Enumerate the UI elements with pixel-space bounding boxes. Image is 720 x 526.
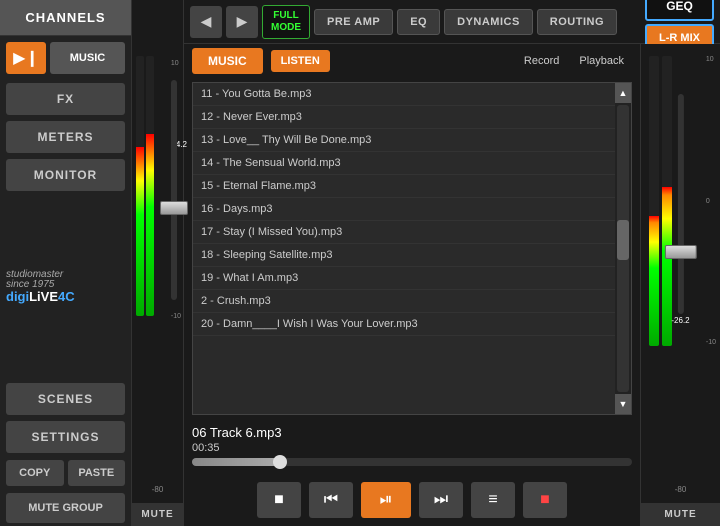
menu-icon: ≡ [488,491,497,509]
scroll-thumb[interactable] [617,220,629,260]
track-time: 00:35 [192,442,632,454]
scenes-button[interactable]: SCENES [6,383,125,415]
right-scale: 10 0 -10 [706,56,716,346]
left-fader: -4.2 [171,80,177,300]
mute-group-button[interactable]: MUTE GROUP [6,493,125,523]
prev-button[interactable]: ⏮ [309,482,353,518]
dynamics-button[interactable]: DYNAMICS [444,9,533,35]
track-name: 06 Track 6.mp3 [192,425,632,440]
now-playing: 06 Track 6.mp3 00:35 [184,419,640,474]
list-item[interactable]: 2 - Crush.mp3 [193,290,615,313]
copy-button[interactable]: COPY [6,460,64,486]
play-pause-button[interactable]: ⏯ [361,482,411,518]
right-minus80: -80 [675,485,687,494]
full-mode-button[interactable]: FULL MODE [262,5,310,39]
list-item[interactable]: 11 - You Gotta Be.mp3 [193,83,615,106]
geq-button[interactable]: GEQ [645,0,714,21]
list-item[interactable]: 19 - What I Am.mp3 [193,267,615,290]
next-button[interactable]: ⏭ [419,482,463,518]
list-item[interactable]: 14 - The Sensual World.mp3 [193,152,615,175]
list-item[interactable]: 18 - Sleeping Satellite.mp3 [193,244,615,267]
list-item[interactable]: 16 - Days.mp3 [193,198,615,221]
left-fader-handle[interactable] [160,201,188,215]
record-button[interactable]: ■ [523,482,567,518]
channels-button[interactable]: CHANNELS [0,0,131,36]
right-db-label: -26.2 [671,316,689,325]
nav-forward-button[interactable]: ▶ [226,6,258,38]
menu-button[interactable]: ≡ [471,482,515,518]
music-small-button[interactable]: MUSIC [50,42,125,74]
app-container: CHANNELS ▶❙ MUSIC FX METERS MONITOR stud… [0,0,720,526]
num-part: 4C [58,289,75,304]
stop-button[interactable]: ■ [257,482,301,518]
playlist: 11 - You Gotta Be.mp3 12 - Never Ever.mp… [193,83,615,414]
right-fader: -26.2 [671,94,689,314]
digi-part: digi [6,289,29,304]
main-content: ◀ ▶ FULL MODE PRE AMP EQ DYNAMICS ROUTIN… [184,0,720,526]
left-channel-strip: 10 0 -10 -4.2 -80 MUTE [132,0,184,526]
player-header: MUSIC LISTEN Record Playback [184,44,640,78]
right-fader-area: 10 0 -10 -26.2 -80 MUTE [640,44,720,526]
right-meters [649,56,672,346]
music-main-button[interactable]: MUSIC [192,48,263,74]
play-icon: ▶❙ [13,48,39,68]
record-icon: ■ [540,491,550,509]
studiomaster-logo: studiomaster since 1975 digiLiVE4C [6,270,75,304]
playback-label: Playback [579,55,624,67]
progress-handle[interactable] [273,455,287,469]
list-item[interactable]: 15 - Eternal Flame.mp3 [193,175,615,198]
play-transport-button[interactable]: ▶❙ [6,42,46,74]
record-playback-labels: Record Playback [524,55,632,67]
list-item[interactable]: 12 - Never Ever.mp3 [193,106,615,129]
copy-paste-row: COPY PASTE [0,456,131,490]
left-sidebar: CHANNELS ▶❙ MUSIC FX METERS MONITOR stud… [0,0,132,526]
playlist-scrollbar: ▲ ▼ [615,83,631,414]
logo-area: studiomaster since 1975 digiLiVE4C [0,194,131,380]
transport-row: ▶❙ MUSIC [0,36,131,80]
digilive-text: digiLiVE4C [6,290,75,304]
player-left: MUSIC LISTEN Record Playback 11 - You Go… [184,44,640,526]
scroll-down-button[interactable]: ▼ [615,394,631,414]
nav-back-button[interactable]: ◀ [190,6,222,38]
minus80-label: -80 [152,485,164,494]
progress-bar[interactable] [192,458,632,466]
list-item[interactable]: 20 - Damn____I Wish I Was Your Lover.mp3 [193,313,615,336]
live-part: LiVE [29,289,58,304]
list-item[interactable]: 13 - Love__ Thy Will Be Done.mp3 [193,129,615,152]
prev-icon: ⏮ [324,491,338,509]
left-mute-button[interactable]: MUTE [132,503,183,526]
settings-button[interactable]: SETTINGS [6,421,125,453]
scroll-track [617,105,629,392]
right-meter-left [649,56,659,346]
top-bar: ◀ ▶ FULL MODE PRE AMP EQ DYNAMICS ROUTIN… [184,0,720,44]
scroll-up-button[interactable]: ▲ [615,83,631,103]
monitor-button[interactable]: MONITOR [6,159,125,191]
right-fader-handle[interactable] [664,245,696,259]
transport-controls: ■ ⏮ ⏯ ⏭ ≡ ■ [184,474,640,526]
eq-button[interactable]: EQ [397,9,440,35]
routing-button[interactable]: ROUTING [537,9,617,35]
right-mute-button[interactable]: MUTE [641,503,720,526]
fx-button[interactable]: FX [6,83,125,115]
progress-fill [192,458,280,466]
playlist-container: 11 - You Gotta Be.mp3 12 - Never Ever.mp… [192,82,632,415]
play-pause-icon: ⏯ [380,491,393,509]
paste-button[interactable]: PASTE [68,460,126,486]
next-icon: ⏭ [434,491,448,509]
pre-amp-button[interactable]: PRE AMP [314,9,393,35]
list-item[interactable]: 17 - Stay (I Missed You).mp3 [193,221,615,244]
record-label: Record [524,55,559,67]
player-area: MUSIC LISTEN Record Playback 11 - You Go… [184,44,720,526]
meters-button[interactable]: METERS [6,121,125,153]
listen-button[interactable]: LISTEN [271,50,330,72]
stop-icon: ■ [274,491,284,509]
left-meters [136,56,154,316]
